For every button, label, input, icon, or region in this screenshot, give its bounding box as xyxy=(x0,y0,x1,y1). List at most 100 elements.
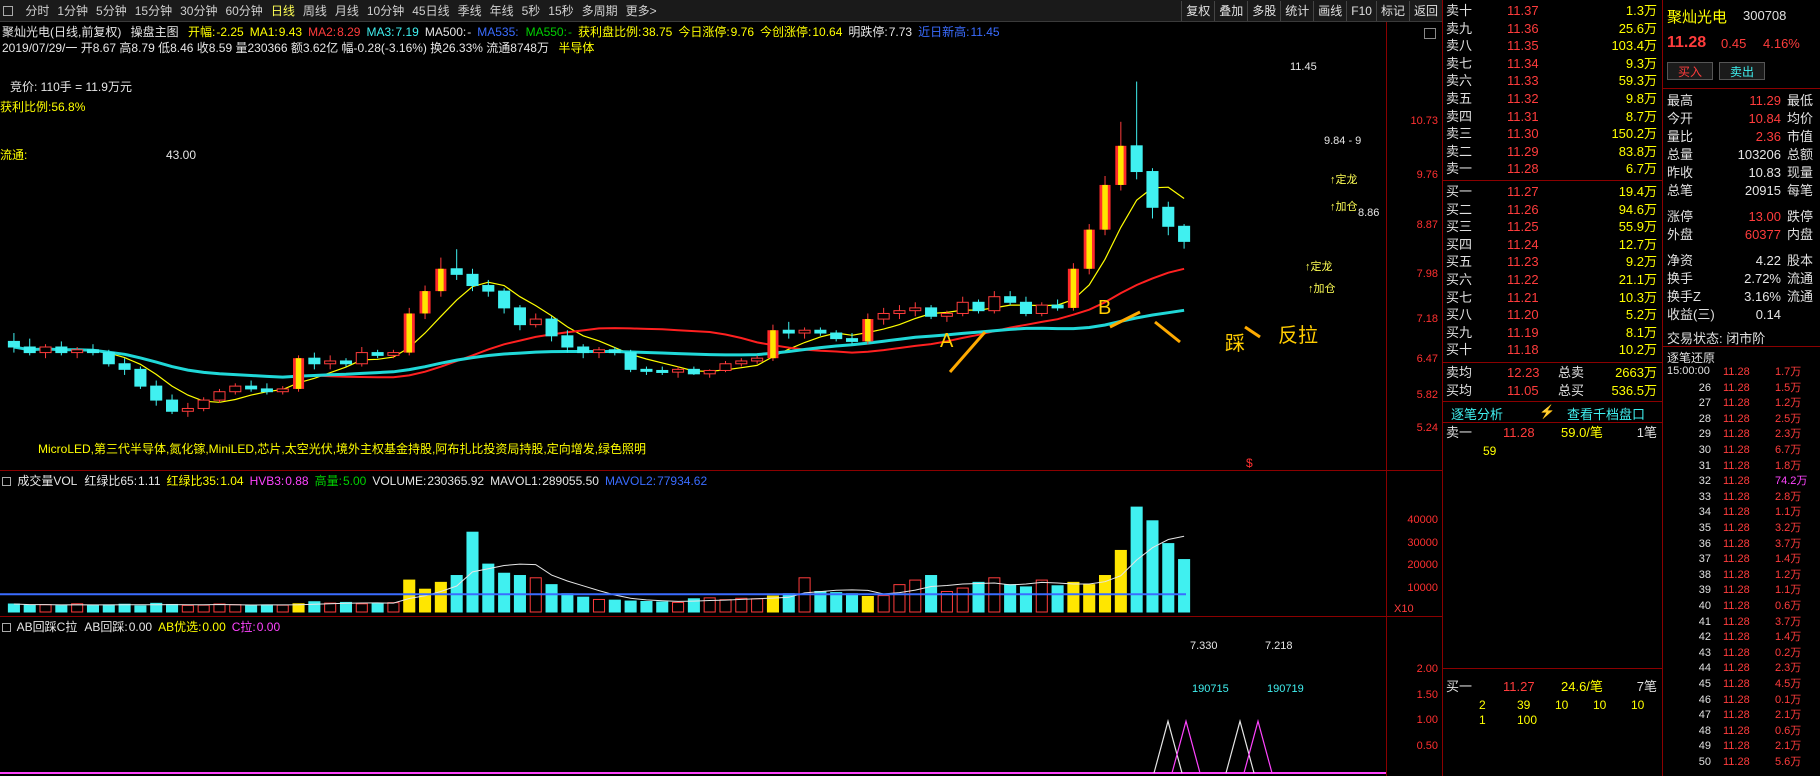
pane-close-icon[interactable] xyxy=(1424,28,1436,39)
period-tab[interactable]: 多周期 xyxy=(578,0,622,22)
volume-bar xyxy=(166,603,179,613)
period-tab[interactable]: 45日线 xyxy=(408,0,453,22)
ask-row[interactable]: 卖八 11.35 103.4万 xyxy=(1443,37,1663,55)
total-label: 总卖 xyxy=(1558,365,1585,380)
toolbar-button[interactable]: 画线 xyxy=(1313,1,1346,21)
candle xyxy=(656,366,669,375)
ab-indicator-chart[interactable]: 7.330 190715 7.218 190719 xyxy=(0,634,1386,776)
toolbar-button[interactable]: F10 xyxy=(1346,1,1376,21)
price-chart[interactable]: 11.45 9.84 - 9 8.86 A B 踩 反拉 ↑定龙 ↑加仓 ↑定龙 ↑加仓 $ xyxy=(0,22,1386,470)
tab-thousand-level[interactable]: 查看千档盘口 xyxy=(1567,404,1645,423)
buy-button[interactable]: 买入 xyxy=(1667,62,1713,80)
quote-key: 最高 xyxy=(1667,93,1694,108)
bid-row[interactable]: 买七 11.21 10.3万 xyxy=(1443,289,1663,307)
ask-row[interactable]: 卖九 11.36 25.6万 xyxy=(1443,20,1663,38)
sell-button[interactable]: 卖出 xyxy=(1719,62,1765,80)
indicator-number: 0.00 xyxy=(128,620,153,634)
toolbar-button[interactable]: 统计 xyxy=(1280,1,1313,21)
bid-row[interactable]: 买三 11.25 55.9万 xyxy=(1443,218,1663,236)
bid-row[interactable]: 买四 11.24 12.7万 xyxy=(1443,236,1663,254)
volume-bar xyxy=(972,581,985,613)
pane-menu-icon[interactable] xyxy=(2,623,11,633)
quote-row: 外盘 60377 内盘 xyxy=(1663,226,1820,244)
period-tab[interactable]: 10分钟 xyxy=(363,0,408,22)
ab-signal-peak xyxy=(1153,718,1183,774)
trade-qty: 2.5万 xyxy=(1775,412,1802,425)
quote-row: 昨收 10.83 现量 xyxy=(1663,164,1820,182)
indicator-value: VOLUME:230365.92 xyxy=(372,474,484,488)
period-tab[interactable]: 15秒 xyxy=(544,0,577,22)
period-tab[interactable]: 季线 xyxy=(454,0,486,22)
volume-chart[interactable] xyxy=(0,488,1386,616)
tab-trade-analysis[interactable]: 逐笔分析 xyxy=(1451,404,1503,423)
pane-menu-icon[interactable] xyxy=(2,477,11,487)
book-divider xyxy=(1443,422,1663,423)
ask-row[interactable]: 卖十 11.37 1.3万 xyxy=(1443,2,1663,20)
trade-status: 交易状态: 闭市阶 xyxy=(1667,331,1766,346)
window-menu-icon[interactable] xyxy=(3,6,13,16)
period-tab[interactable]: 日线 xyxy=(267,0,299,22)
period-tab[interactable]: 15分钟 xyxy=(131,0,176,22)
period-tab[interactable]: 60分钟 xyxy=(221,0,266,22)
candle xyxy=(909,302,922,317)
bid-row[interactable]: 买六 11.22 21.1万 xyxy=(1443,271,1663,289)
quote-value: 3.16% xyxy=(1744,289,1781,304)
bid-row[interactable]: 买十 11.18 10.2万 xyxy=(1443,341,1663,359)
bid-row[interactable]: 买八 11.20 5.2万 xyxy=(1443,306,1663,324)
bid-row[interactable]: 买五 11.23 9.2万 xyxy=(1443,253,1663,271)
volume-bar xyxy=(909,579,922,613)
period-tab[interactable]: 5秒 xyxy=(518,0,545,22)
period-tab[interactable]: 5分钟 xyxy=(92,0,131,22)
toolbar-button[interactable]: 多股 xyxy=(1247,1,1280,21)
trade-qty: 4.5万 xyxy=(1775,678,1802,690)
quote-key2: 跌停 xyxy=(1787,209,1814,224)
period-tab[interactable]: 月线 xyxy=(331,0,363,22)
candle xyxy=(55,341,68,356)
level-row[interactable]: 卖一 11.28 59.0/笔 1笔 xyxy=(1443,424,1663,442)
toolbar-button[interactable]: 叠加 xyxy=(1214,1,1247,21)
axis-tick-label: 10.73 xyxy=(1410,114,1438,127)
bid-row[interactable]: 买九 11.19 8.1万 xyxy=(1443,324,1663,342)
volume-bar xyxy=(1146,520,1159,613)
period-tab[interactable]: 周线 xyxy=(299,0,331,22)
volume-bar xyxy=(419,588,432,613)
quote-row: 最高 11.29 最低 xyxy=(1663,92,1820,110)
toolbar-button[interactable]: 标记 xyxy=(1375,1,1409,21)
ask-row[interactable]: 卖七 11.34 9.3万 xyxy=(1443,55,1663,73)
period-tab[interactable]: 30分钟 xyxy=(176,0,221,22)
axis-tick-label: 6.47 xyxy=(1416,352,1438,365)
bid-row[interactable]: 买一 11.27 19.4万 xyxy=(1443,183,1663,201)
dollar-mark: $ xyxy=(1246,456,1253,470)
period-tab[interactable]: 年线 xyxy=(486,0,518,22)
trade-price: 11.28 xyxy=(1723,631,1750,644)
bid-row[interactable]: 买二 11.26 94.6万 xyxy=(1443,201,1663,219)
candle xyxy=(102,349,115,367)
volume-bar xyxy=(845,593,859,613)
quote-row: 总笔 20915 每笔 xyxy=(1663,182,1820,200)
trade-seq: 50 xyxy=(1698,756,1711,768)
ask-row[interactable]: 卖六 11.33 59.3万 xyxy=(1443,72,1663,90)
candle xyxy=(893,305,906,320)
trades-title[interactable]: 逐笔还原 xyxy=(1667,349,1715,366)
trade-seq: 42 xyxy=(1698,631,1711,644)
candle xyxy=(608,347,621,356)
toolbar-button[interactable]: 返回 xyxy=(1408,1,1442,21)
ask-row[interactable]: 卖三 11.30 150.2万 xyxy=(1443,125,1663,143)
period-tab[interactable]: 更多> xyxy=(622,0,661,22)
trade-row: 11.28 1.7万 xyxy=(1663,365,1820,380)
level-row[interactable]: 买一 11.27 24.6/笔 7笔 xyxy=(1443,678,1663,696)
avg-label: 卖均 xyxy=(1446,365,1473,380)
ask-row[interactable]: 卖五 11.32 9.8万 xyxy=(1443,90,1663,108)
candle xyxy=(118,358,131,375)
ask-row[interactable]: 卖四 11.31 8.7万 xyxy=(1443,108,1663,126)
period-tab[interactable]: 分时 xyxy=(21,0,53,22)
ask-qty: 1.3万 xyxy=(1625,3,1657,18)
indicator-label: C拉: xyxy=(231,620,256,634)
trade-seq: 41 xyxy=(1698,615,1711,628)
ask-row[interactable]: 卖二 11.29 83.8万 xyxy=(1443,143,1663,161)
trade-qty: 1.2万 xyxy=(1775,397,1802,410)
period-tab[interactable]: 1分钟 xyxy=(53,0,92,22)
toolbar-button[interactable]: 复权 xyxy=(1181,1,1214,21)
trade-qty: 3.2万 xyxy=(1775,522,1802,534)
ask-row[interactable]: 卖一 11.28 6.7万 xyxy=(1443,160,1663,178)
